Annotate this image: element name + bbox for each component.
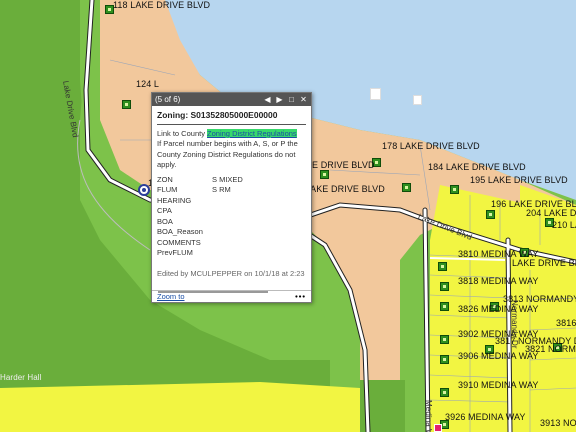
popup-feature-count: (5 of 6) bbox=[155, 95, 181, 104]
field-key: BOA bbox=[157, 216, 173, 226]
parcel-label: 210 LAK bbox=[552, 220, 576, 230]
parcel-marker[interactable] bbox=[440, 282, 449, 291]
parcel-label: 118 LAKE DRIVE BLVD bbox=[113, 0, 211, 10]
parcel-label: 178 LAKE DRIVE BLVD bbox=[382, 141, 480, 151]
popup-heading: Zoning: S01352805000E00000 bbox=[157, 110, 306, 125]
parcel-marker[interactable] bbox=[486, 210, 495, 219]
parcel-marker[interactable] bbox=[440, 302, 449, 311]
parcel-marker[interactable] bbox=[122, 100, 131, 109]
next-feature-icon[interactable]: ▶ bbox=[275, 95, 284, 104]
parcel-label: 3906 MEDINA WAY bbox=[458, 351, 539, 361]
field-key: CPA bbox=[157, 206, 172, 215]
parcel-marker[interactable] bbox=[402, 183, 411, 192]
parcel-label: LAKE DRIVE BLVD bbox=[305, 184, 385, 194]
parcel-marker[interactable] bbox=[438, 262, 447, 271]
previous-feature-icon[interactable]: ◀ bbox=[263, 95, 272, 104]
parcel-marker[interactable] bbox=[440, 388, 449, 397]
parcel-label: 3810 MEDINA WAY bbox=[458, 249, 539, 259]
field-key: PrevFLUM bbox=[157, 248, 193, 257]
parcel-label: 124 L bbox=[136, 79, 160, 89]
field-value: S MIXED bbox=[212, 174, 243, 184]
street-label: Medina Way bbox=[424, 400, 433, 432]
field-row: HEARING bbox=[157, 196, 306, 207]
parcel-label: 3826 MEDINA WAY bbox=[458, 304, 539, 314]
parcel-marker[interactable] bbox=[450, 185, 459, 194]
field-row: BOA bbox=[157, 217, 306, 228]
field-key: BOA_Reason bbox=[157, 227, 203, 236]
water-feature bbox=[370, 88, 381, 100]
parcel-label: 195 LAKE DRIVE BLVD bbox=[470, 175, 568, 185]
parcel-label: 184 LAKE DRIVE BLVD bbox=[428, 162, 526, 172]
field-row: BOA_Reason bbox=[157, 227, 306, 238]
selected-parcel-marker[interactable] bbox=[434, 424, 442, 432]
zoning-regulations-link[interactable]: Zoning District Regulations bbox=[207, 128, 297, 138]
field-key: COMMENTS bbox=[157, 237, 201, 247]
place-label: Harder Hall bbox=[0, 373, 42, 382]
popup-titlebar: (5 of 6) ◀ ▶ □ ✕ bbox=[152, 93, 311, 106]
field-row: COMMENTS bbox=[157, 238, 306, 249]
link-prefix: Link to County bbox=[157, 128, 205, 138]
map-canvas[interactable]: 118 LAKE DRIVE BLVD 124 L Lake Drive Blv… bbox=[0, 0, 576, 432]
street-label: LAKE DRIVE BLVD bbox=[512, 258, 576, 268]
edited-info: Edited by MCULPEPPER on 10/1/18 at 2:23 bbox=[157, 268, 305, 278]
parcel-note: If Parcel number begins with A, S, or P … bbox=[157, 139, 298, 169]
field-row: FLUM S RM bbox=[157, 185, 306, 196]
popup-footer: Zoom to ••• bbox=[152, 290, 311, 302]
parcel-label: 3910 MEDINA WAY bbox=[458, 380, 539, 390]
field-row: ZON S MIXED bbox=[157, 175, 306, 186]
maximize-icon[interactable]: □ bbox=[287, 95, 296, 104]
parcel-label: 3913 NOR bbox=[540, 418, 576, 428]
parcel-marker[interactable] bbox=[320, 170, 329, 179]
more-actions-icon[interactable]: ••• bbox=[295, 292, 306, 301]
field-key: FLUM bbox=[157, 185, 178, 194]
parcel-label: E DRIVE BLVD bbox=[312, 160, 375, 170]
zoom-to-link[interactable]: Zoom to bbox=[157, 292, 295, 301]
parcel-marker[interactable] bbox=[440, 355, 449, 364]
feature-popup[interactable]: (5 of 6) ◀ ▶ □ ✕ Zoning: S01352805000E00… bbox=[151, 92, 312, 303]
parcel-marker[interactable] bbox=[440, 335, 449, 344]
street-label: Normandy Dr bbox=[510, 300, 519, 349]
water-feature bbox=[413, 95, 422, 105]
parcel-label: 204 LAKE DRIVE bbox=[526, 208, 576, 218]
parcel-label: 3816 bbox=[556, 318, 576, 328]
field-key: HEARING bbox=[157, 195, 192, 205]
popup-content: Zoning: S01352805000E00000 Link to Count… bbox=[152, 106, 311, 279]
field-row: CPA bbox=[157, 206, 306, 217]
parcel-label: 3926 MEDINA WAY bbox=[445, 412, 526, 422]
close-icon[interactable]: ✕ bbox=[299, 95, 308, 104]
field-row: PrevFLUM bbox=[157, 248, 306, 259]
field-value: S RM bbox=[212, 185, 231, 194]
field-key: ZON bbox=[157, 174, 173, 184]
regulations-link-line: Link to County Zoning District Regulatio… bbox=[157, 128, 306, 140]
parcel-label: 3818 MEDINA WAY bbox=[458, 276, 539, 286]
